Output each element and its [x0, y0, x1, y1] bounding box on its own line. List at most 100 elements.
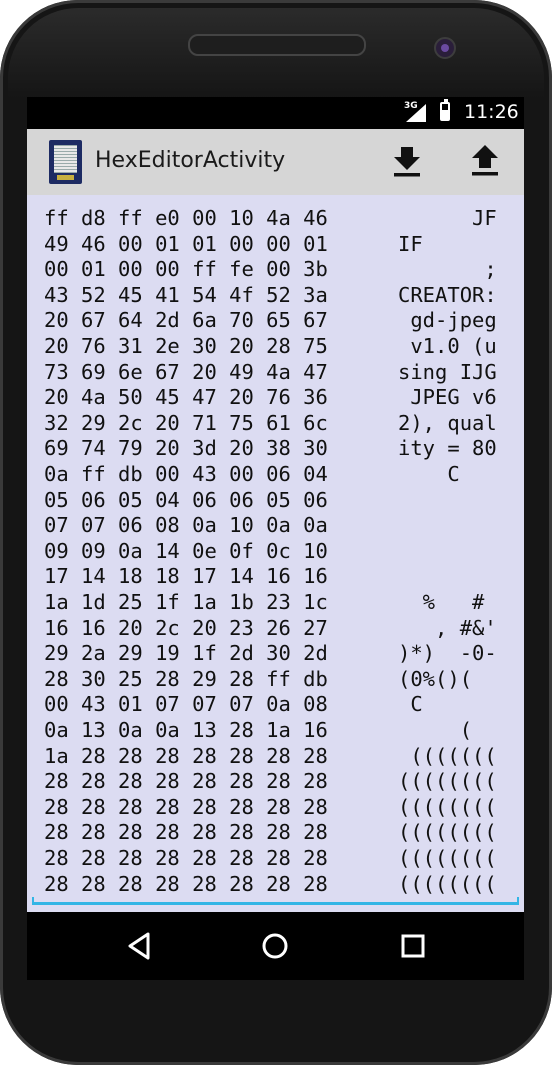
hex-bytes[interactable]: 09 09 0a 14 0e 0f 0c 10 [44, 539, 328, 564]
hex-bytes[interactable]: 69 74 79 20 3d 20 38 30 [44, 436, 328, 461]
hex-row[interactable]: 69 74 79 20 3d 20 38 30 ity = 80 [27, 436, 524, 461]
hex-bytes[interactable]: 00 43 01 07 07 07 0a 08 [44, 692, 328, 717]
upload-button[interactable] [465, 141, 505, 181]
hex-row[interactable]: 0a 13 0a 0a 13 28 1a 16 ( [27, 718, 524, 743]
ascii-text[interactable]: JF [398, 206, 497, 231]
hex-bytes[interactable]: 28 28 28 28 28 28 28 28 [44, 769, 328, 794]
hex-row[interactable]: 28 30 25 28 29 28 ff db (0%()( [27, 667, 524, 692]
hex-row[interactable]: 05 06 05 04 06 06 05 06 [27, 488, 524, 513]
ascii-text[interactable]: JPEG v6 [398, 385, 496, 410]
hex-row[interactable]: 1a 1d 25 1f 1a 1b 23 1c % # [27, 590, 524, 615]
hex-row[interactable]: 43 52 45 41 54 4f 52 3a CREATOR: [27, 283, 524, 308]
app-title: HexEditorActivity [95, 148, 286, 173]
ascii-text[interactable]: )*) -0- [398, 641, 497, 666]
ascii-text[interactable]: sing IJG [398, 360, 497, 385]
hex-bytes[interactable]: 32 29 2c 20 71 75 61 6c [44, 411, 328, 436]
hex-bytes[interactable]: 16 16 20 2c 20 23 26 27 [44, 616, 328, 641]
hex-row[interactable]: 28 28 28 28 28 28 28 28 (((((((( [27, 820, 524, 845]
download-icon [394, 147, 420, 177]
hex-row[interactable]: 28 28 28 28 28 28 28 28 (((((((( [27, 769, 524, 794]
speaker-grille [188, 34, 366, 56]
hex-row[interactable]: 28 28 28 28 28 28 28 28 (((((((( [27, 872, 524, 897]
ascii-text[interactable]: IF [398, 232, 423, 257]
recents-button[interactable] [393, 926, 433, 966]
signal-icon [406, 104, 426, 122]
upload-icon [472, 145, 498, 176]
ascii-text[interactable]: C [398, 462, 459, 487]
hex-bytes[interactable]: 28 28 28 28 28 28 28 28 [44, 820, 328, 845]
back-button[interactable] [119, 926, 159, 966]
hex-row[interactable]: 00 43 01 07 07 07 0a 08 C [27, 692, 524, 717]
ascii-text[interactable]: ; [398, 257, 496, 282]
hex-bytes[interactable]: 28 28 28 28 28 28 28 28 [44, 872, 328, 897]
hex-row[interactable]: 20 76 31 2e 30 20 28 75 v1.0 (u [27, 334, 524, 359]
hex-bytes[interactable]: ff d8 ff e0 00 10 4a 46 [44, 206, 328, 231]
hex-bytes[interactable]: 05 06 05 04 06 06 05 06 [44, 488, 328, 513]
hex-bytes[interactable]: 1a 1d 25 1f 1a 1b 23 1c [44, 590, 328, 615]
ascii-text[interactable]: 2), qual [398, 411, 497, 436]
ascii-text[interactable]: (0%()( [398, 667, 472, 692]
hex-row[interactable]: 20 4a 50 45 47 20 76 36 JPEG v6 [27, 385, 524, 410]
hex-bytes[interactable]: 20 76 31 2e 30 20 28 75 [44, 334, 328, 359]
phone-frame: 3G 11:26 HexEditorActivity ff d8 ff e0 0… [0, 0, 552, 1065]
hex-bytes[interactable]: 43 52 45 41 54 4f 52 3a [44, 283, 328, 308]
hex-bytes[interactable]: 0a ff db 00 43 00 06 04 [44, 462, 328, 487]
hex-bytes[interactable]: 1a 28 28 28 28 28 28 28 [44, 744, 328, 769]
hex-row[interactable]: 17 14 18 18 17 14 16 16 [27, 564, 524, 589]
hex-bytes[interactable]: 29 2a 29 19 1f 2d 30 2d [44, 641, 328, 666]
recents-icon [401, 934, 425, 958]
battery-icon [440, 99, 450, 121]
action-bar: HexEditorActivity [27, 129, 524, 195]
ascii-text[interactable]: CREATOR: [398, 283, 497, 308]
hex-row[interactable]: 20 67 64 2d 6a 70 65 67 gd-jpeg [27, 308, 524, 333]
hex-bytes[interactable]: 28 28 28 28 28 28 28 28 [44, 846, 328, 871]
status-bar: 3G 11:26 [27, 97, 524, 129]
ascii-text[interactable]: v1.0 (u [398, 334, 496, 359]
ascii-text[interactable]: (((((((( [398, 795, 497, 820]
ascii-text[interactable]: ( [398, 718, 472, 743]
app-icon[interactable] [49, 140, 82, 184]
ascii-text[interactable]: , #&' [398, 616, 497, 641]
hex-bytes[interactable]: 20 67 64 2d 6a 70 65 67 [44, 308, 328, 333]
ascii-text[interactable]: % # [398, 590, 485, 615]
hex-row[interactable]: 73 69 6e 67 20 49 4a 47 sing IJG [27, 360, 524, 385]
hex-row[interactable]: 49 46 00 01 01 00 00 01 IF [27, 232, 524, 257]
hex-bytes[interactable]: 49 46 00 01 01 00 00 01 [44, 232, 328, 257]
hex-row[interactable]: 0a ff db 00 43 00 06 04 C [27, 462, 524, 487]
ascii-text[interactable]: (((((((( [398, 820, 497, 845]
home-icon [262, 933, 288, 959]
ascii-text[interactable]: ((((((( [398, 744, 496, 769]
hex-bytes[interactable]: 73 69 6e 67 20 49 4a 47 [44, 360, 328, 385]
hex-row[interactable]: 00 01 00 00 ff fe 00 3b ; [27, 257, 524, 282]
hex-row[interactable]: 07 07 06 08 0a 10 0a 0a [27, 513, 524, 538]
hex-bytes[interactable]: 07 07 06 08 0a 10 0a 0a [44, 513, 328, 538]
ascii-text[interactable]: (((((((( [398, 846, 497, 871]
back-icon [128, 932, 150, 960]
hex-bytes[interactable]: 00 01 00 00 ff fe 00 3b [44, 257, 328, 282]
hex-view[interactable]: ff d8 ff e0 00 10 4a 46 JF 49 46 00 01 01… [27, 195, 524, 912]
hex-row[interactable]: 28 28 28 28 28 28 28 28 (((((((( [27, 846, 524, 871]
navigation-bar [27, 912, 524, 980]
ascii-text[interactable]: ity = 80 [398, 436, 497, 461]
hex-row[interactable]: 29 2a 29 19 1f 2d 30 2d )*) -0- [27, 641, 524, 666]
hex-row[interactable]: 16 16 20 2c 20 23 26 27 , #&' [27, 616, 524, 641]
home-button[interactable] [255, 926, 295, 966]
hex-bytes[interactable]: 28 28 28 28 28 28 28 28 [44, 795, 328, 820]
status-time: 11:26 [464, 101, 519, 123]
hex-row[interactable]: 28 28 28 28 28 28 28 28 (((((((( [27, 795, 524, 820]
hex-row[interactable]: 09 09 0a 14 0e 0f 0c 10 [27, 539, 524, 564]
ascii-text[interactable]: (((((((( [398, 872, 497, 897]
hex-row[interactable]: 32 29 2c 20 71 75 61 6c 2), qual [27, 411, 524, 436]
hex-bytes[interactable]: 0a 13 0a 0a 13 28 1a 16 [44, 718, 328, 743]
ascii-text[interactable]: C [398, 692, 422, 717]
download-button[interactable] [387, 141, 427, 181]
hex-row[interactable]: ff d8 ff e0 00 10 4a 46 JF [27, 206, 524, 231]
hex-bytes[interactable]: 20 4a 50 45 47 20 76 36 [44, 385, 328, 410]
edit-underline [32, 897, 519, 905]
screen: 3G 11:26 HexEditorActivity ff d8 ff e0 0… [27, 97, 524, 912]
ascii-text[interactable]: gd-jpeg [398, 308, 496, 333]
hex-bytes[interactable]: 17 14 18 18 17 14 16 16 [44, 564, 328, 589]
hex-bytes[interactable]: 28 30 25 28 29 28 ff db [44, 667, 328, 692]
hex-row[interactable]: 1a 28 28 28 28 28 28 28 ((((((( [27, 744, 524, 769]
ascii-text[interactable]: (((((((( [398, 769, 497, 794]
